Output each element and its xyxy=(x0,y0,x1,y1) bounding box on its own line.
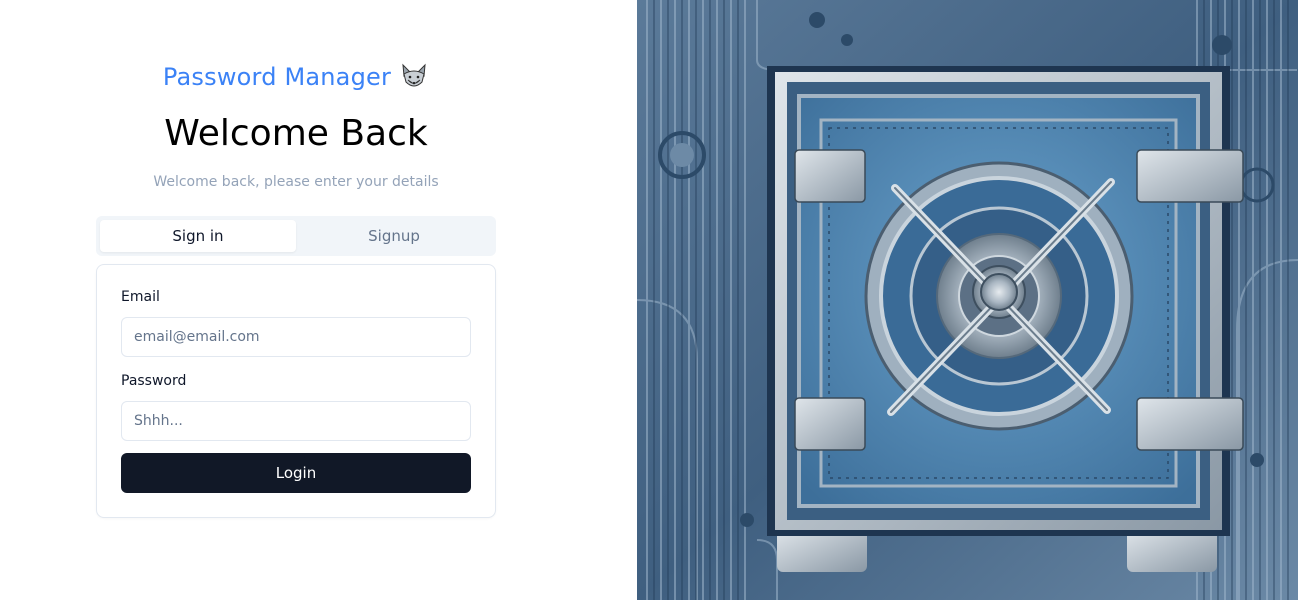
password-field[interactable] xyxy=(121,401,471,441)
page-subtitle: Welcome back, please enter your details xyxy=(153,174,439,190)
sign-in-card: Email Password Login xyxy=(96,264,496,518)
brand-title: Password Manager xyxy=(162,63,392,91)
tab-signup[interactable]: Signup xyxy=(296,220,492,252)
login-button[interactable]: Login xyxy=(121,453,471,493)
brand-header: Password Manager xyxy=(0,62,592,92)
email-label: Email xyxy=(121,289,160,305)
vault-icon xyxy=(637,0,1298,600)
auth-tabs: Sign in Signup xyxy=(96,216,496,256)
tab-sign-in[interactable]: Sign in xyxy=(100,220,296,252)
auth-panel: Password Manager Welcome Back Welcome ba… xyxy=(0,0,637,600)
password-label: Password xyxy=(121,373,187,389)
hero-panel xyxy=(637,0,1298,600)
email-field[interactable] xyxy=(121,317,471,357)
fox-icon xyxy=(402,63,426,87)
page-title: Welcome Back xyxy=(164,113,428,154)
